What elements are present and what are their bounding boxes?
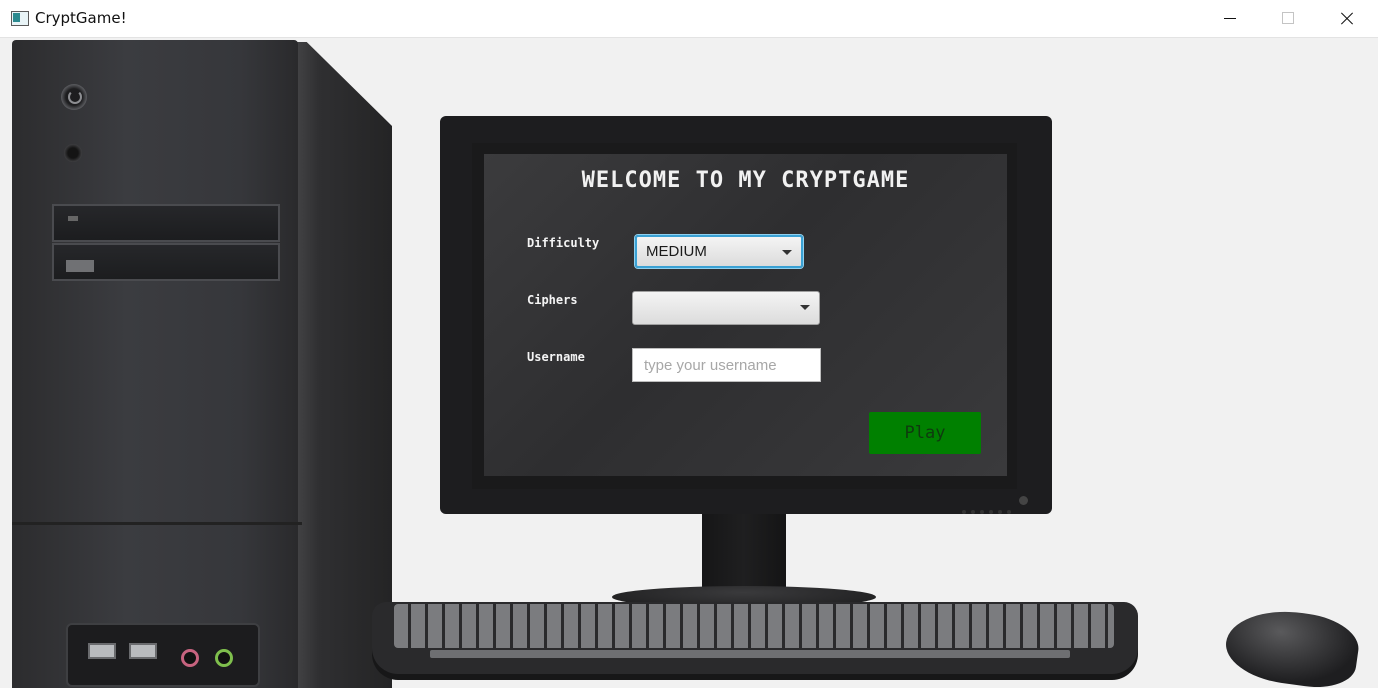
drive-bay [52, 243, 280, 281]
tower-divider [12, 522, 302, 525]
difficulty-selected-value: MEDIUM [646, 243, 707, 260]
close-icon[interactable] [1317, 0, 1375, 37]
window-title: CryptGame! [35, 9, 127, 27]
minimize-icon[interactable] [1201, 0, 1259, 37]
mic-jack-icon [181, 649, 199, 667]
chevron-down-icon [782, 250, 792, 255]
keyboard-keys [394, 604, 1114, 648]
drive-bay [52, 204, 280, 242]
background-scene: WELCOME TO MY CRYPTGAME Difficulty MEDIU… [0, 38, 1378, 688]
pc-tower-side [288, 42, 392, 688]
keyboard-bottom-row [430, 650, 1070, 658]
page-title: WELCOME TO MY CRYPTGAME [581, 168, 910, 193]
reset-button-icon [64, 144, 82, 162]
username-input[interactable] [632, 348, 821, 382]
monitor-stand [702, 514, 786, 592]
app-icon [11, 11, 29, 26]
chevron-down-icon [800, 305, 810, 310]
mouse-image [1221, 603, 1363, 688]
ciphers-label: Ciphers [527, 293, 578, 307]
window-title-bar: CryptGame! [0, 0, 1378, 38]
front-io-panel [66, 623, 260, 687]
difficulty-select[interactable]: MEDIUM [635, 235, 803, 268]
username-label: Username [527, 350, 585, 364]
usb-port-icon [88, 643, 116, 659]
maximize-icon[interactable] [1259, 0, 1317, 37]
difficulty-label: Difficulty [527, 236, 600, 250]
pc-tower-image [12, 40, 298, 688]
ciphers-select[interactable] [632, 291, 820, 325]
audio-jack-icon [215, 649, 233, 667]
play-button[interactable]: Play [869, 412, 981, 454]
monitor-power-led [1019, 496, 1028, 505]
power-button-icon [61, 84, 87, 110]
usb-port-icon [129, 643, 157, 659]
